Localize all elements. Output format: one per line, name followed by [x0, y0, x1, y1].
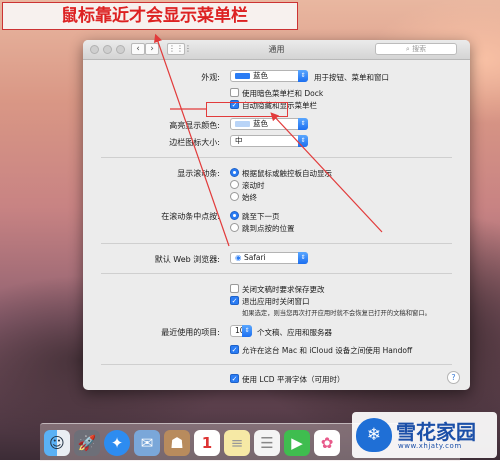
safari-icon[interactable]: ✦ — [104, 430, 130, 456]
annotation-arrow-diagonal — [270, 112, 383, 233]
calendar-day: 1 — [201, 434, 213, 452]
facetime-icon[interactable]: ▶ — [284, 430, 310, 456]
notes-icon[interactable]: ≡ — [224, 430, 250, 456]
launchpad-icon[interactable]: 🚀 — [74, 430, 100, 456]
mail-icon[interactable]: ✉ — [134, 430, 160, 456]
annotation-arrow-up — [154, 33, 230, 247]
annotation-arrows — [154, 33, 383, 247]
calendar-icon[interactable]: 1 — [194, 430, 220, 456]
snowflake-logo-icon: ❄ — [356, 418, 392, 452]
watermark: ❄ 雪花家园 www.xhjaty.com — [352, 412, 497, 458]
watermark-url: www.xhjaty.com — [398, 442, 462, 450]
photos-icon[interactable]: ✿ — [314, 430, 340, 456]
watermark-brand: 雪花家园 — [396, 420, 476, 444]
contacts-icon[interactable]: ☗ — [164, 430, 190, 456]
finder-icon[interactable]: ☺ — [44, 430, 70, 456]
reminders-icon[interactable]: ☰ — [254, 430, 280, 456]
